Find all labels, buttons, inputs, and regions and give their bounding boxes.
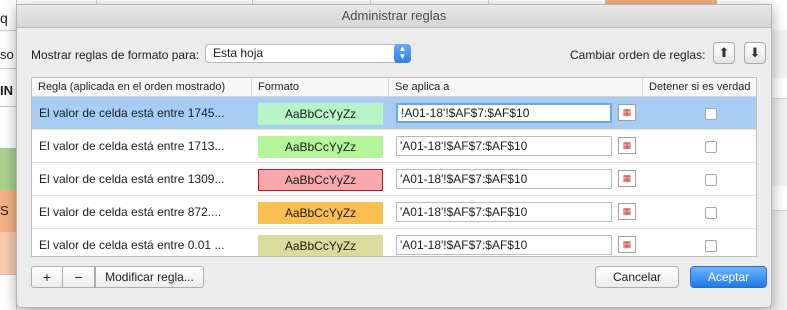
stop-if-true-checkbox[interactable] xyxy=(705,240,717,252)
change-order-label: Cambiar orden de reglas: xyxy=(570,48,706,62)
edit-rule-button[interactable]: Modificar regla... xyxy=(95,266,204,288)
column-header-rule[interactable]: Regla (aplicada en el orden mostrado) xyxy=(32,78,252,96)
sheet-right-strip xyxy=(770,30,787,310)
applies-to-field[interactable]: 'A01-18'!$AF$7:$AF$10 xyxy=(396,202,612,222)
move-rule-up-button[interactable]: ⬆ xyxy=(713,42,735,64)
range-picker-icon[interactable]: ▦ xyxy=(618,236,636,253)
stop-if-true-checkbox[interactable] xyxy=(705,207,717,219)
range-picker-icon[interactable]: ▦ xyxy=(618,137,636,154)
show-rules-label: Mostrar reglas de formato para: xyxy=(31,48,200,62)
sheet-cell-fragment: IN xyxy=(0,76,16,107)
applies-to-field[interactable]: 'A01-18'!$AF$7:$AF$10 xyxy=(396,235,612,255)
column-header-format[interactable]: Formato xyxy=(252,78,389,96)
rule-description: El valor de celda está entre 1309... xyxy=(39,172,225,186)
arrow-up-icon: ⬆ xyxy=(718,45,730,60)
sheet-cell-fragment: S xyxy=(0,190,16,233)
sheet-cell-fragment: q xyxy=(0,6,16,31)
sheet-cell-salmon xyxy=(0,232,16,275)
rule-description: El valor de celda está entre 1745... xyxy=(39,106,225,120)
rule-description: El valor de celda está entre 872.... xyxy=(39,205,222,219)
stop-if-true-checkbox[interactable] xyxy=(705,174,717,186)
rule-row[interactable]: El valor de celda está entre 1745... AaBb… xyxy=(32,97,756,130)
dialog-title: Administrar reglas xyxy=(17,5,771,28)
sheet-right-cell xyxy=(771,186,787,211)
rule-row[interactable]: El valor de celda está entre 1713... AaBb… xyxy=(32,130,756,163)
sheet-cell-fragment: so xyxy=(0,42,16,69)
format-preview: AaBbCcYyZz xyxy=(258,169,383,191)
sheet-right-cell xyxy=(771,78,787,99)
stop-if-true-checkbox[interactable] xyxy=(705,108,717,120)
add-rule-button[interactable]: + xyxy=(31,266,63,288)
format-preview: AaBbCcYyZz xyxy=(258,136,383,158)
rule-row[interactable]: El valor de celda está entre 872.... AaBb… xyxy=(32,196,756,229)
column-header-applies-to[interactable]: Se aplica a xyxy=(389,78,643,96)
applies-to-field[interactable]: 'A01-18'!$AF$7:$AF$10 xyxy=(396,136,612,156)
remove-rule-button[interactable]: − xyxy=(63,266,95,288)
rule-description: El valor de celda está entre 0.01 ... xyxy=(39,238,225,252)
rule-description: El valor de celda está entre 1713... xyxy=(39,139,225,153)
arrow-down-icon: ⬇ xyxy=(749,45,761,60)
rule-row[interactable]: El valor de celda está entre 0.01 ... AaB… xyxy=(32,229,756,256)
show-rules-value: Esta hoja xyxy=(213,46,264,60)
range-picker-icon[interactable]: ▦ xyxy=(618,104,636,121)
cancel-button[interactable]: Cancelar xyxy=(595,266,679,288)
range-picker-icon[interactable]: ▦ xyxy=(618,203,636,220)
move-rule-down-button[interactable]: ⬇ xyxy=(744,42,766,64)
sheet-cell-green xyxy=(0,148,16,191)
format-preview: AaBbCcYyZz xyxy=(258,235,383,256)
rules-table-header: Regla (aplicada en el orden mostrado) Fo… xyxy=(32,78,756,97)
applies-to-field[interactable]: 'A01-18'!$AF$7:$AF$10 xyxy=(396,169,612,189)
applies-to-field[interactable]: !A01-18'!$AF$7:$AF$10 xyxy=(396,103,612,123)
column-header-stop-if-true[interactable]: Detener si es verdad xyxy=(643,78,756,96)
format-preview: AaBbCcYyZz xyxy=(258,103,383,125)
accept-button[interactable]: Aceptar xyxy=(690,266,767,288)
show-rules-select[interactable]: Esta hoja ▲ ▼ xyxy=(205,44,411,63)
stop-if-true-checkbox[interactable] xyxy=(705,141,717,153)
rule-row[interactable]: El valor de celda está entre 1309... AaBb… xyxy=(32,163,756,196)
format-preview: AaBbCcYyZz xyxy=(258,202,383,224)
chevron-updown-icon: ▲ ▼ xyxy=(394,44,411,63)
range-picker-icon[interactable]: ▦ xyxy=(618,170,636,187)
rules-table: Regla (aplicada en el orden mostrado) Fo… xyxy=(31,77,757,257)
manage-rules-dialog: Administrar reglas Mostrar reglas de for… xyxy=(16,4,772,308)
